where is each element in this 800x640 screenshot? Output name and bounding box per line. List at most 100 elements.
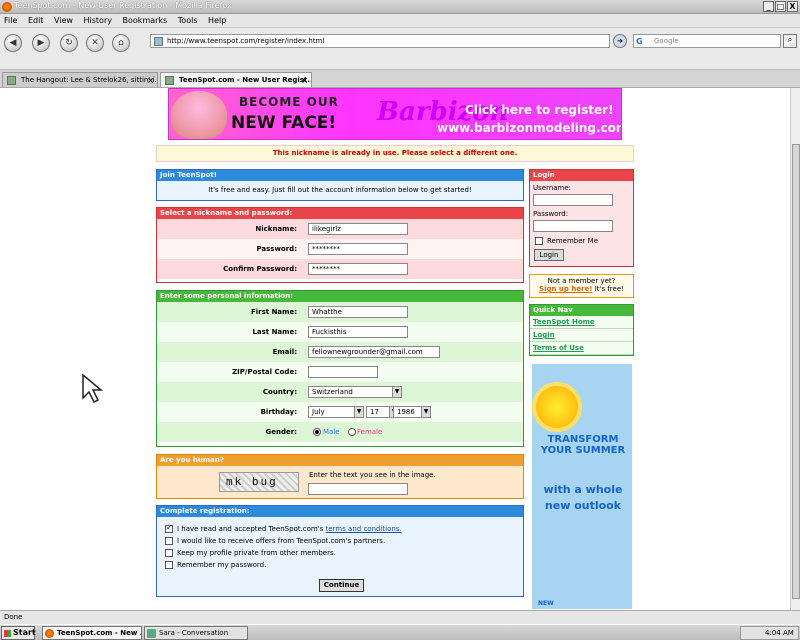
confirm-password-label: Confirm Password:	[223, 265, 297, 273]
window-titlebar: TeenSpot.com - New User Registration - M…	[0, 0, 800, 14]
country-row: Country: Switzerland ▼	[157, 382, 523, 402]
search-placeholder: Google	[654, 37, 679, 45]
complete-registration-panel: Complete registration: I have read and a…	[156, 505, 524, 597]
tab-label: The Hangout: Lee & Strelok26, sittin' i.…	[21, 76, 158, 84]
terms-checkbox[interactable]	[165, 523, 173, 533]
login-panel: Login Username: Password: Remember Me Lo…	[529, 169, 634, 267]
login-password-field[interactable]	[533, 220, 613, 232]
join-panel: Join TeenSpot! It's free and easy. Just …	[156, 169, 524, 201]
minimize-button[interactable]: _	[763, 1, 774, 12]
search-input[interactable]: G Google	[633, 34, 781, 48]
sun-graphic	[536, 386, 578, 428]
login-username-field[interactable]	[533, 194, 613, 206]
personal-section-title: Enter some personal information:	[157, 291, 523, 302]
tab-close-icon[interactable]: ×	[147, 76, 154, 85]
summer-side-ad[interactable]: TRANSFORM YOUR SUMMER with a whole new o…	[532, 364, 632, 609]
first-name-field[interactable]: Whatthe	[308, 306, 408, 318]
last-name-field[interactable]: Fuckisthis	[308, 326, 408, 338]
url-bar[interactable]: http://www.teenspot.com/register/index.h…	[150, 34, 610, 48]
ad-tagline: with a whole new outlook	[543, 483, 623, 512]
search-icon[interactable]: ⌕	[783, 34, 797, 48]
menu-help[interactable]: Help	[208, 16, 226, 25]
last-name-row: Last Name: Fuckisthis	[157, 322, 523, 342]
go-icon[interactable]: ➜	[613, 34, 627, 48]
signup-link[interactable]: Sign up here!	[539, 285, 592, 293]
confirm-password-field[interactable]: ********	[308, 263, 408, 275]
home-icon[interactable]: ⌂	[112, 34, 130, 52]
barbizon-banner-ad[interactable]: BECOME OUR NEW FACE! Barbizon Click here…	[168, 88, 622, 140]
birth-day-value: 17	[370, 408, 379, 416]
password-field[interactable]: ********	[308, 243, 408, 255]
login-password-label: Password:	[533, 210, 569, 218]
scrollbar-thumb[interactable]	[792, 144, 800, 599]
terms-label: I have read and accepted TeenSpot.com's …	[177, 525, 402, 533]
nav-link-home[interactable]: TeenSpot Home	[530, 316, 633, 329]
menu-bookmarks[interactable]: Bookmarks	[123, 16, 168, 25]
password-row: Password: ********	[157, 239, 523, 259]
menu-tools[interactable]: Tools	[178, 16, 198, 25]
nav-link-login[interactable]: Login	[530, 329, 633, 342]
zip-field[interactable]	[308, 366, 378, 378]
status-bar: Done	[0, 610, 800, 624]
nav-link-terms[interactable]: Terms of Use	[530, 342, 633, 355]
maximize-button[interactable]: □	[775, 1, 786, 12]
gender-label: Gender:	[265, 428, 298, 436]
menu-view[interactable]: View	[54, 16, 73, 25]
offers-checkbox[interactable]	[165, 537, 173, 545]
gender-male-radio[interactable]	[313, 428, 321, 436]
remember-password-checkbox[interactable]	[165, 561, 173, 569]
taskbar-item-conversation[interactable]: Sara - Conversation	[144, 626, 248, 640]
captcha-image: mk bug	[219, 472, 299, 492]
menu-history[interactable]: History	[84, 16, 112, 25]
personal-info-panel: Enter some personal information: First N…	[156, 290, 524, 447]
member-question: Not a member yet?	[547, 277, 616, 285]
captcha-panel: Are you human? mk bug Enter the text you…	[156, 454, 524, 499]
tab-teenspot[interactable]: TeenSpot.com - New User Regist... ×	[160, 72, 312, 87]
email-field[interactable]: fellownewgrounder@gmail.com	[308, 346, 440, 358]
page-scrollbar[interactable]	[790, 88, 800, 610]
offers-label: I would like to receive offers from Teen…	[177, 537, 386, 545]
tab-favicon-icon	[7, 76, 16, 85]
country-label: Country:	[262, 388, 297, 396]
zip-row: ZIP/Postal Code:	[157, 362, 523, 382]
back-icon[interactable]: ◀	[4, 34, 22, 52]
gender-female-radio[interactable]	[348, 428, 356, 436]
reload-icon[interactable]: ↻	[60, 34, 78, 52]
captcha-answer-field[interactable]	[308, 483, 408, 495]
tab-close-icon[interactable]: ×	[301, 76, 308, 85]
close-button[interactable]: X	[787, 1, 798, 12]
terms-link[interactable]: terms and conditions.	[326, 525, 402, 533]
captcha-instruction: Enter the text you see in the image.	[309, 471, 436, 479]
continue-button[interactable]: Continue	[319, 579, 364, 592]
ad-headline: TRANSFORM YOUR SUMMER	[540, 434, 626, 456]
private-profile-checkbox[interactable]	[165, 549, 173, 557]
nickname-field[interactable]: ilikegirlz	[308, 223, 408, 235]
chevron-down-icon: ▼	[354, 407, 363, 417]
menu-edit[interactable]: Edit	[28, 16, 44, 25]
quick-nav-title: Quick Nav	[530, 305, 633, 316]
birth-month-value: July	[312, 408, 325, 416]
taskbar-item-firefox[interactable]: TeenSpot.com - New ...	[42, 626, 142, 640]
menu-file[interactable]: File	[4, 16, 17, 25]
remember-password-label: Remember my password.	[177, 561, 267, 569]
tab-hangout[interactable]: The Hangout: Lee & Strelok26, sittin' i.…	[2, 72, 158, 87]
nickname-label: Nickname:	[255, 225, 297, 233]
confirm-password-row: Confirm Password: ********	[157, 259, 523, 279]
model-photo	[171, 91, 227, 139]
banner-line2: NEW FACE!	[231, 113, 337, 133]
stop-icon[interactable]: ✕	[86, 34, 104, 52]
start-button[interactable]: Start	[1, 626, 36, 640]
first-name-row: First Name: Whatthe	[157, 302, 523, 322]
member-signup-box: Not a member yet? Sign up here! It's fre…	[529, 274, 634, 298]
remember-me-checkbox[interactable]	[535, 237, 543, 245]
login-button[interactable]: Login	[534, 249, 564, 261]
birth-year-select[interactable]: 1986 ▼	[393, 406, 431, 418]
nickname-row: Nickname: ilikegirlz	[157, 219, 523, 239]
country-select[interactable]: Switzerland ▼	[308, 386, 402, 398]
window-title: TeenSpot.com - New User Registration - M…	[14, 1, 232, 10]
birth-month-select[interactable]: July ▼	[308, 406, 364, 418]
tab-bar: The Hangout: Lee & Strelok26, sittin' i.…	[0, 70, 800, 88]
taskbar-item-label: Sara - Conversation	[159, 629, 229, 637]
mouse-cursor-icon	[82, 374, 104, 404]
forward-icon[interactable]: ▶	[32, 34, 50, 52]
